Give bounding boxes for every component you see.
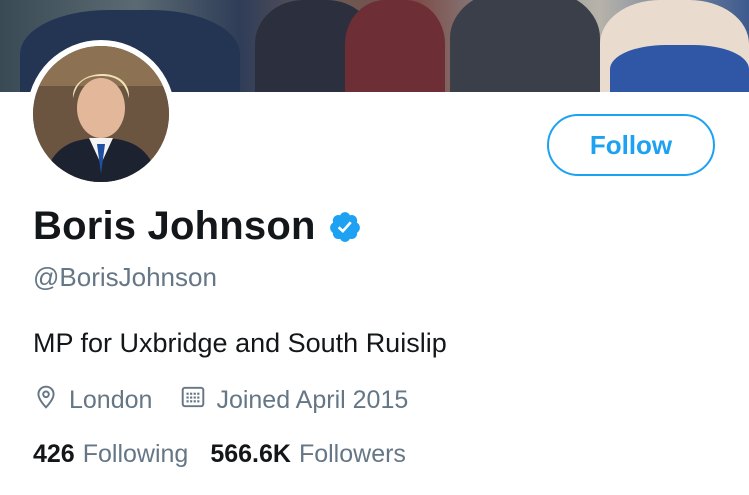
- following-count: 426: [33, 440, 75, 468]
- location-pin-icon: [33, 384, 69, 417]
- avatar-photo: [33, 46, 169, 182]
- followers-label: Followers: [298, 440, 406, 468]
- profile-name-row: Boris Johnson: [33, 204, 362, 249]
- followers-count: 566.6K: [210, 440, 291, 468]
- following-label: Following: [82, 440, 189, 468]
- profile-avatar[interactable]: [27, 40, 175, 188]
- profile-meta: London Joined April 2015: [33, 384, 408, 417]
- profile-bio: MP for Uxbridge and South Ruislip: [33, 328, 447, 358]
- followers-link[interactable]: 566.6K Followers: [210, 440, 406, 469]
- profile-handle: @BorisJohnson: [33, 262, 217, 292]
- follow-button[interactable]: Follow: [547, 114, 715, 176]
- following-link[interactable]: 426 Following: [33, 440, 188, 469]
- joined-text: Joined April 2015: [216, 386, 409, 414]
- location-item: London: [33, 384, 152, 417]
- verified-badge-icon: [328, 210, 362, 244]
- profile-stats: 426 Following 566.6K Followers: [33, 440, 406, 469]
- joined-item: Joined April 2015: [180, 384, 408, 417]
- profile-name: Boris Johnson: [33, 204, 316, 248]
- calendar-icon: [180, 384, 216, 417]
- location-text: London: [69, 386, 153, 414]
